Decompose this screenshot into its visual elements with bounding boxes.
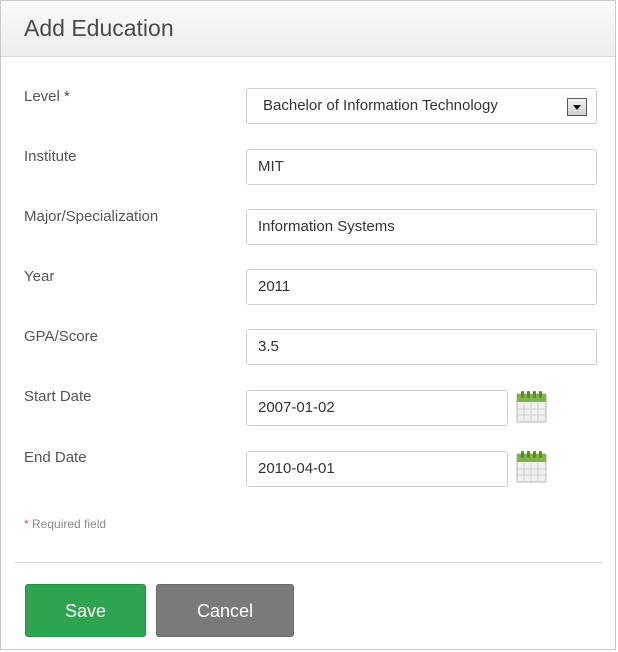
cancel-button[interactable]: Cancel bbox=[156, 584, 294, 637]
institute-input[interactable]: MIT bbox=[246, 149, 597, 185]
required-note-text: Required field bbox=[28, 517, 107, 531]
save-button[interactable]: Save bbox=[25, 584, 146, 637]
dialog-title: Add Education bbox=[24, 15, 174, 41]
divider bbox=[15, 562, 603, 563]
major-input[interactable]: Information Systems bbox=[246, 209, 597, 245]
year-label: Year bbox=[24, 268, 55, 285]
end-date-input[interactable]: 2010-04-01 bbox=[246, 451, 508, 487]
major-label: Major/Specialization bbox=[24, 208, 159, 225]
level-label: Level * bbox=[24, 88, 70, 105]
level-select-value: Bachelor of Information Technology bbox=[263, 97, 498, 114]
gpa-input[interactable]: 3.5 bbox=[246, 329, 597, 365]
gpa-label: GPA/Score bbox=[24, 328, 98, 345]
start-date-input[interactable]: 2007-01-02 bbox=[246, 390, 508, 426]
level-label-text: Level bbox=[24, 88, 60, 105]
calendar-icon[interactable] bbox=[516, 390, 547, 423]
institute-label: Institute bbox=[24, 148, 77, 165]
required-star: * bbox=[64, 88, 70, 105]
calendar-icon[interactable] bbox=[516, 450, 547, 483]
required-field-note: * Required field bbox=[24, 517, 106, 531]
start-date-label: Start Date bbox=[24, 388, 92, 405]
dialog-header: Add Education bbox=[1, 1, 615, 57]
end-date-label: End Date bbox=[24, 449, 87, 466]
add-education-dialog: Add Education Level * Bachelor of Inform… bbox=[0, 0, 616, 650]
year-input[interactable]: 2011 bbox=[246, 269, 597, 305]
level-select[interactable]: Bachelor of Information Technology bbox=[246, 88, 597, 124]
chevron-down-icon[interactable] bbox=[567, 98, 587, 116]
